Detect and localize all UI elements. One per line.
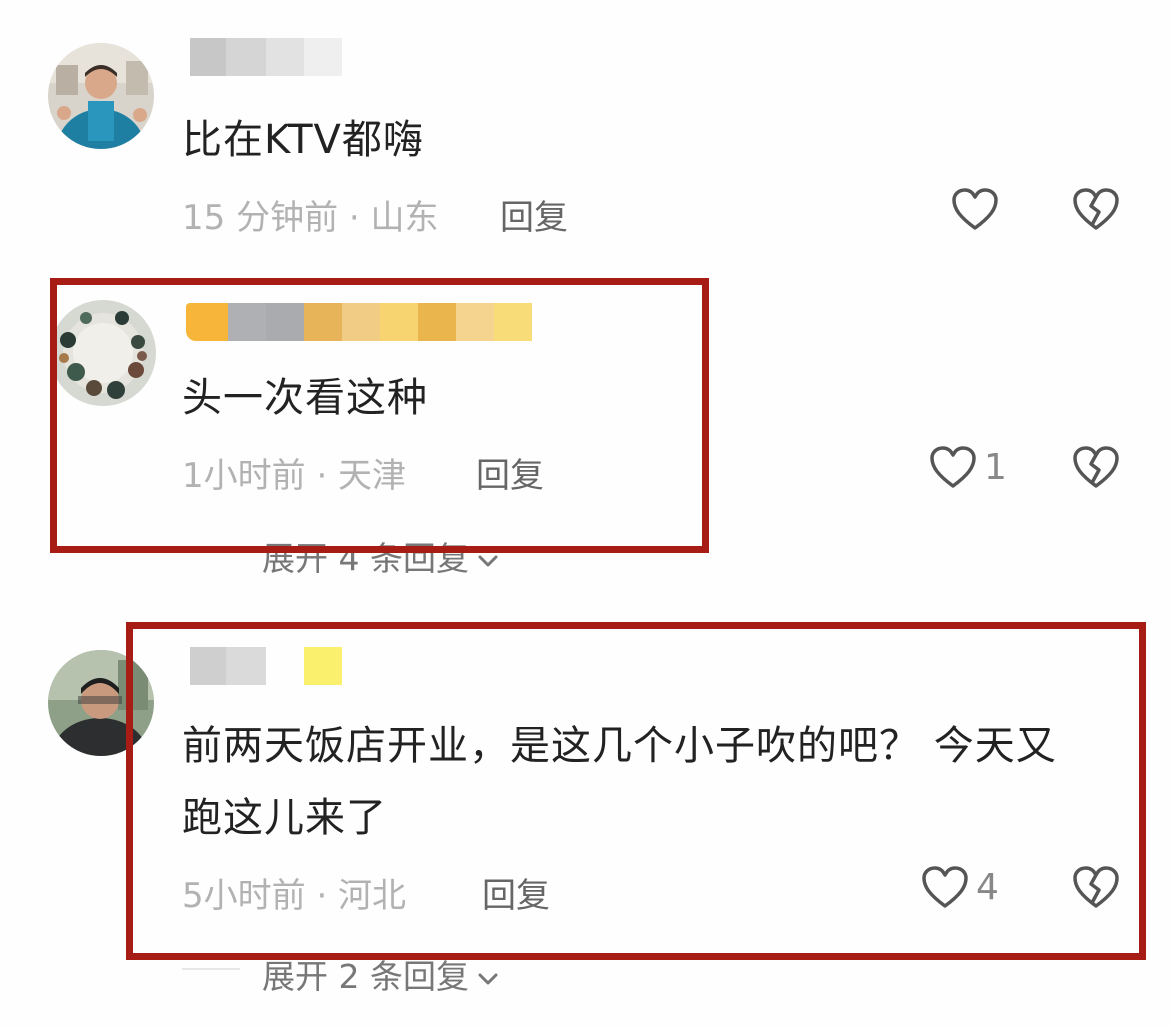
broken-heart-icon (1073, 188, 1119, 230)
like-button[interactable]: 1 (928, 444, 1007, 490)
expand-divider (182, 968, 240, 970)
avatar[interactable] (48, 43, 154, 149)
username-blurred[interactable] (190, 38, 342, 76)
like-count: 1 (984, 446, 1007, 488)
highlight-box (50, 278, 709, 553)
dislike-button[interactable] (1071, 186, 1121, 236)
like-button[interactable] (950, 186, 1000, 232)
comment-text: 比在KTV都嗨 (182, 117, 424, 163)
heart-outline-icon (952, 188, 998, 230)
broken-heart-icon (1073, 446, 1119, 488)
comment-meta: 15 分钟前 · 山东 (182, 198, 439, 238)
heart-outline-icon (930, 446, 976, 488)
dislike-button[interactable] (1071, 444, 1121, 494)
highlight-box (126, 622, 1146, 960)
chevron-down-icon (477, 955, 499, 994)
reply-button[interactable]: 回复 (500, 190, 568, 239)
